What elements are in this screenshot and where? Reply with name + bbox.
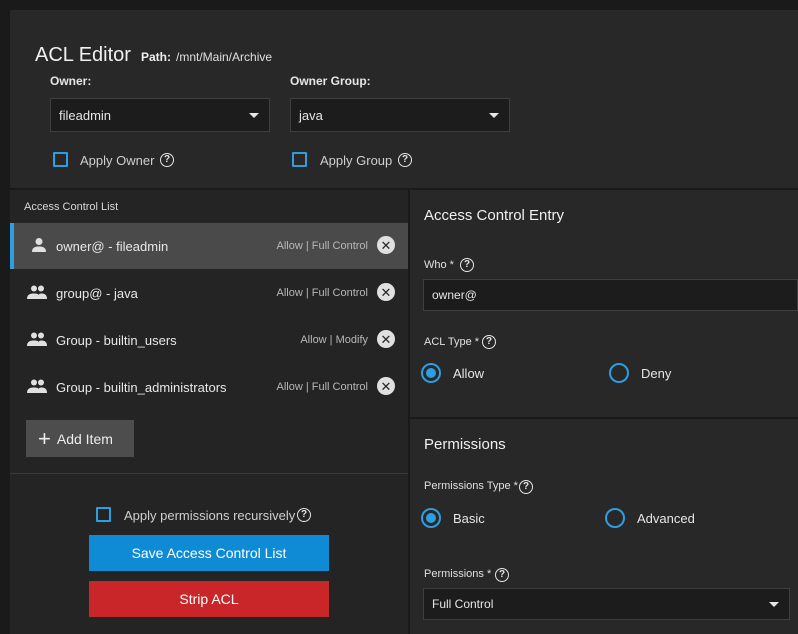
help-icon[interactable]: ? bbox=[160, 153, 174, 167]
group-icon bbox=[27, 379, 47, 393]
acl-item-name: group@ - java bbox=[56, 286, 138, 301]
group-icon bbox=[27, 332, 47, 346]
advanced-radio[interactable] bbox=[605, 508, 625, 528]
acl-type-label: ACL Type * bbox=[424, 336, 480, 348]
apply-owner-checkbox[interactable] bbox=[53, 152, 68, 167]
acl-item-permission: Allow | Full Control bbox=[276, 381, 369, 393]
path-value: /mnt/Main/Archive bbox=[176, 50, 273, 64]
divider bbox=[10, 473, 408, 474]
acl-item-permission: Allow | Full Control bbox=[276, 287, 369, 299]
help-icon[interactable]: ? bbox=[495, 568, 509, 582]
person-icon bbox=[32, 238, 46, 252]
basic-radio-label: Basic bbox=[453, 511, 485, 526]
page-title: ACL Editor bbox=[35, 44, 131, 66]
allow-radio[interactable] bbox=[421, 363, 441, 383]
help-icon[interactable]: ? bbox=[460, 258, 474, 272]
deny-radio-label: Deny bbox=[641, 366, 672, 381]
entry-title: Access Control Entry bbox=[424, 207, 565, 224]
basic-radio[interactable] bbox=[421, 508, 441, 528]
acl-list-item[interactable]: group@ - java Allow | Full Control ✕ bbox=[10, 270, 408, 316]
deny-radio[interactable] bbox=[609, 363, 629, 383]
owner-select-value: fileadmin bbox=[59, 107, 112, 123]
advanced-radio-label: Advanced bbox=[637, 511, 695, 526]
owner-select[interactable]: fileadmin bbox=[50, 98, 270, 132]
save-acl-button[interactable]: Save Access Control List bbox=[89, 535, 329, 571]
acl-list-title: Access Control List bbox=[24, 201, 119, 213]
chevron-down-icon bbox=[489, 113, 499, 118]
help-icon[interactable]: ? bbox=[519, 480, 533, 494]
acl-item-permission: Allow | Modify bbox=[300, 334, 368, 346]
acl-list-item[interactable]: owner@ - fileadmin Allow | Full Control … bbox=[10, 223, 408, 269]
owner-group-select[interactable]: java bbox=[290, 98, 510, 132]
acl-item-name: owner@ - fileadmin bbox=[56, 239, 169, 254]
add-item-label: Add Item bbox=[56, 430, 113, 447]
help-icon[interactable]: ? bbox=[398, 153, 412, 167]
permissions-label: Permissions * bbox=[424, 568, 492, 580]
who-input-value: owner@ bbox=[432, 288, 477, 302]
acl-list-item[interactable]: Group - builtin_administrators Allow | F… bbox=[10, 364, 408, 410]
chevron-down-icon bbox=[249, 113, 259, 118]
strip-acl-button[interactable]: Strip ACL bbox=[89, 581, 329, 617]
apply-owner-label: Apply Owner bbox=[80, 153, 155, 168]
remove-icon[interactable]: ✕ bbox=[377, 236, 395, 254]
remove-icon[interactable]: ✕ bbox=[377, 283, 395, 301]
plus-icon: + bbox=[38, 425, 51, 451]
help-icon[interactable]: ? bbox=[297, 508, 311, 522]
path-label: Path: bbox=[141, 50, 171, 64]
acl-editor-header-panel: ACL Editor Path: /mnt/Main/Archive Owner… bbox=[10, 10, 798, 188]
group-icon bbox=[27, 285, 47, 299]
who-input[interactable]: owner@ bbox=[423, 279, 798, 311]
acl-item-name: Group - builtin_users bbox=[56, 333, 177, 348]
owner-group-label: Owner Group: bbox=[290, 74, 371, 88]
chevron-down-icon bbox=[769, 602, 779, 607]
remove-icon[interactable]: ✕ bbox=[377, 377, 395, 395]
permissions-select-value: Full Control bbox=[432, 597, 494, 611]
allow-radio-label: Allow bbox=[453, 366, 485, 381]
who-label: Who * bbox=[424, 259, 454, 271]
apply-group-checkbox[interactable] bbox=[292, 152, 307, 167]
help-icon[interactable]: ? bbox=[482, 335, 496, 349]
access-control-entry-panel: Access Control Entry Who * ? owner@ ACL … bbox=[410, 190, 798, 417]
apply-group-label: Apply Group bbox=[320, 153, 393, 168]
apply-recursively-label: Apply permissions recursively bbox=[124, 508, 296, 523]
acl-item-name: Group - builtin_administrators bbox=[56, 380, 227, 395]
acl-list-item[interactable]: Group - builtin_users Allow | Modify ✕ bbox=[10, 317, 408, 363]
permissions-title: Permissions bbox=[424, 436, 506, 453]
add-item-button[interactable]: + Add Item bbox=[26, 420, 134, 457]
remove-icon[interactable]: ✕ bbox=[377, 330, 395, 348]
owner-group-select-value: java bbox=[299, 107, 323, 123]
permissions-select[interactable]: Full Control bbox=[423, 588, 790, 620]
acl-item-permission: Allow | Full Control bbox=[276, 240, 369, 252]
permissions-type-label: Permissions Type * bbox=[424, 480, 518, 492]
permissions-panel: Permissions Permissions Type * ? Basic A… bbox=[410, 419, 798, 634]
apply-recursively-checkbox[interactable] bbox=[96, 507, 111, 522]
acl-list-panel: Access Control List owner@ - fileadmin A… bbox=[10, 190, 408, 634]
owner-label: Owner: bbox=[50, 74, 92, 88]
